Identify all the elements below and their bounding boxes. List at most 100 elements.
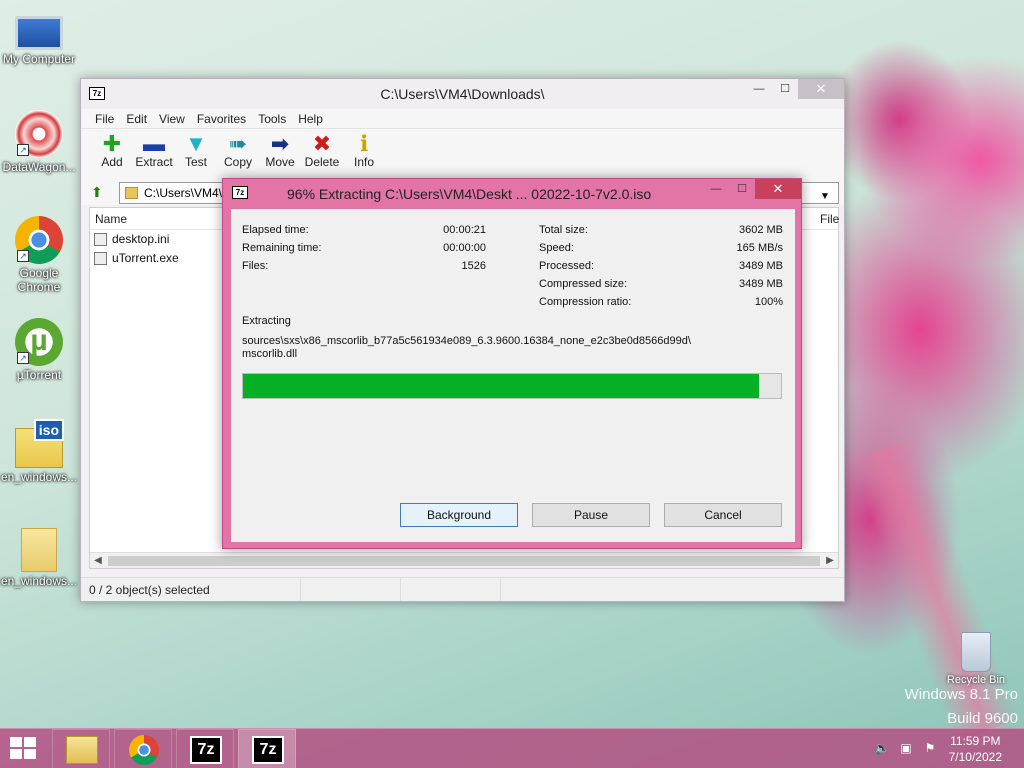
clock-time: 11:59 PM [950,734,1001,748]
menu-tools[interactable]: Tools [252,109,292,128]
delete-button[interactable]: ✖ Delete [301,129,343,179]
extract-button[interactable]: ▬ Extract [133,129,175,179]
speed-value: 165 MB/s [736,242,783,254]
speed-label: Speed: [539,242,574,254]
taskbar-7zip-2[interactable]: 7z [238,729,296,768]
volume-muted-icon[interactable]: 🔈 [874,741,890,757]
window-title: C:\Users\VM4\Downloads\ [380,86,545,102]
scroll-left-icon[interactable]: ◀ [90,553,106,569]
arrow-right-icon: ➡ [270,131,290,156]
close-button[interactable]: ✕ [798,79,844,99]
copy-button[interactable]: ➠ Copy [217,129,259,179]
menu-help[interactable]: Help [292,109,329,128]
dialog-title-bar[interactable]: 7z 96% Extracting C:\Users\VM4\Deskt ...… [223,179,801,207]
shortcut-arrow-icon: ↗ [17,144,29,156]
desktop-icon-folder[interactable]: en_windows... [0,524,78,588]
address-path: C:\Users\VM4\ [144,186,223,200]
compression-ratio-label: Compression ratio: [539,296,632,308]
extract-button-label: Extract [135,155,173,169]
compression-ratio-value: 100% [754,296,783,308]
compressed-size-label: Compressed size: [539,278,628,290]
move-button[interactable]: ➡ Move [259,129,301,179]
taskbar-file-explorer[interactable] [52,729,110,768]
progress-bar-fill [243,374,760,398]
system-clock[interactable]: 11:59 PM 7/10/2022 [949,733,1002,765]
menu-bar: File Edit View Favorites Tools Help [81,109,844,129]
7zip-app-icon[interactable]: 7z [232,186,248,199]
desktop-icon-recycle-bin[interactable]: Recycle Bin [940,632,1012,686]
maximize-button[interactable]: ☐ [729,179,755,199]
taskbar-7zip-1[interactable]: 7z [176,729,234,768]
dialog-window-controls: — ☐ ✕ [703,179,801,199]
close-button[interactable]: ✕ [755,179,801,199]
desktop-icon-datawagon[interactable]: ↗ DataWagon... [0,110,78,174]
toolbar: ✚ Add ▬ Extract ▼ Test ➠ Copy ➡ Move ✖ D… [81,129,844,179]
check-icon: ▼ [185,131,207,156]
maximize-button[interactable]: ☐ [772,79,798,99]
column-header-name[interactable]: Name [95,212,127,226]
background-button[interactable]: Background [400,503,518,527]
network-icon[interactable]: ▣ [898,741,914,757]
test-button[interactable]: ▼ Test [175,129,217,179]
desktop-icon-label: µTorrent [16,368,62,382]
menu-file[interactable]: File [89,109,120,128]
x-icon: ✖ [312,131,332,156]
desktop-icon-google-chrome[interactable]: ↗ Google Chrome [0,216,78,294]
chrome-icon [129,735,159,765]
desktop-icon-iso-file[interactable]: iso en_windows... [0,419,78,484]
exe-file-icon [94,252,107,265]
window-title-bar[interactable]: 7z C:\Users\VM4\Downloads\ — ☐ ✕ [81,79,844,109]
horizontal-scrollbar[interactable]: ◀ ▶ [90,552,838,568]
7zip-icon: 7z [190,736,222,764]
move-button-label: Move [265,155,295,169]
desktop-icon-my-computer[interactable]: My Computer [0,10,78,66]
minimize-button[interactable]: — [703,179,729,199]
computer-icon [15,16,63,50]
windows-watermark-edition: Windows 8.1 Pro [904,686,1018,703]
utorrent-icon: ↗ [15,318,63,366]
files-label: Files: [242,260,269,272]
action-center-icon[interactable]: ⚑ [922,741,938,757]
status-field-3 [401,578,501,601]
folder-icon [66,736,98,764]
menu-edit[interactable]: Edit [120,109,153,128]
compressed-size-value: 3489 MB [738,278,783,290]
elapsed-time-label: Elapsed time: [242,224,309,236]
menu-favorites[interactable]: Favorites [191,109,252,128]
file-name: uTorrent.exe [112,251,179,265]
delete-button-label: Delete [304,155,340,169]
processed-value: 3489 MB [738,260,783,272]
up-folder-icon[interactable]: ⬆ [91,184,109,200]
scroll-right-icon[interactable]: ▶ [822,553,838,569]
windows-logo-icon [10,737,22,747]
info-button[interactable]: ℹ Info [343,129,385,179]
status-field-4 [501,578,844,601]
info-icon: ℹ [359,131,369,156]
file-name: desktop.ini [112,232,170,246]
iso-badge-icon: iso [33,419,64,441]
files-value: 1526 [461,260,486,272]
chevron-down-icon[interactable]: ▼ [816,186,834,208]
minimize-button[interactable]: — [746,79,772,99]
scrollbar-thumb[interactable] [108,556,820,566]
cancel-button[interactable]: Cancel [664,503,782,527]
menu-view[interactable]: View [153,109,191,128]
taskbar: 7z 7z 🔈 ▣ ⚑ 11:59 PM 7/10/2022 [0,728,1024,768]
test-button-label: Test [184,155,207,169]
pause-button[interactable]: Pause [532,503,650,527]
windows-logo-pane [24,737,36,747]
copy-button-label: Copy [223,155,252,169]
add-button[interactable]: ✚ Add [91,129,133,179]
desktop-icon-label: DataWagon... [2,160,76,174]
minus-icon: ▬ [143,131,165,156]
info-button-label: Info [353,155,374,169]
folder-icon [125,187,138,199]
desktop-icon-label: en_windows... [0,470,78,484]
total-size-label: Total size: [539,224,588,236]
current-file-path: sources\sxs\x86_mscorlib_b77a5c561934e08… [242,335,691,347]
column-header-file[interactable]: File [820,212,839,226]
taskbar-google-chrome[interactable] [114,729,172,768]
desktop-icon-utorrent[interactable]: ↗ µTorrent [0,318,78,382]
start-button[interactable] [10,737,38,761]
chrome-icon: ↗ [15,216,63,264]
